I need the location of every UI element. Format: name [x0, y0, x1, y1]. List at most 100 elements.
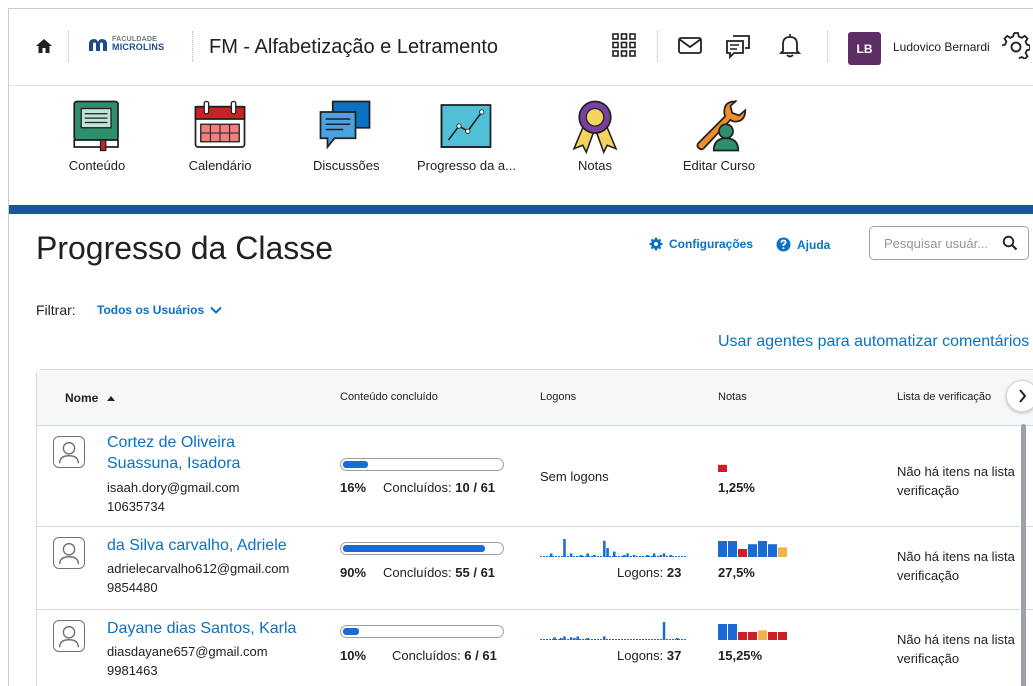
logon-bar	[569, 637, 573, 640]
divider	[657, 31, 658, 61]
user-profile-icon[interactable]	[53, 537, 85, 569]
logon-bar	[559, 638, 563, 640]
gear-icon[interactable]	[1002, 31, 1030, 59]
apps-grid-icon[interactable]	[610, 31, 638, 59]
logo-text: FACULDADE MICROLINS	[112, 36, 164, 52]
divider	[68, 31, 69, 61]
grade-bar	[758, 630, 767, 640]
nav-editar-curso[interactable]: Editar Curso	[674, 98, 764, 173]
logon-bar	[676, 638, 679, 640]
logon-bar	[652, 553, 656, 557]
logon-bar	[579, 555, 583, 557]
student-name-line: Suassuna, Isadora	[107, 455, 241, 472]
grade-bar	[748, 544, 757, 557]
nav-progresso[interactable]: Progresso da a...	[417, 98, 516, 173]
user-profile-icon[interactable]	[53, 436, 85, 468]
filter-label: Filtrar:	[36, 302, 76, 318]
chevron-down-icon	[210, 306, 222, 314]
bell-icon[interactable]	[776, 31, 804, 59]
filter-dropdown[interactable]: Todos os Usuários	[97, 303, 222, 317]
user-avatar[interactable]: LB	[848, 32, 881, 65]
grade-bar	[718, 464, 727, 472]
progress-fill	[343, 545, 485, 552]
nav-discussoes[interactable]: Discussões	[313, 98, 379, 173]
grades-chart	[718, 624, 787, 640]
nav-notas[interactable]: Notas	[563, 98, 627, 173]
student-name-link[interactable]: da Silva carvalho, Adriele	[107, 535, 289, 556]
nav-calendario[interactable]: Calendário	[188, 98, 252, 173]
logons-chart	[540, 622, 686, 640]
logon-bar	[553, 637, 556, 640]
grade-bar	[768, 632, 777, 640]
microlins-logo-icon	[89, 39, 107, 51]
chat-icon[interactable]	[724, 31, 752, 59]
progress-percent: 16%	[340, 480, 367, 495]
table-row: Cortez de Oliveira Suassuna, Isadora isa…	[37, 426, 1033, 527]
search-icon[interactable]	[1002, 235, 1018, 251]
table-row: Dayane dias Santos, Karla diasdayane657@…	[37, 610, 1033, 686]
column-header-grades: Notas	[718, 391, 747, 403]
grade-bar	[738, 632, 747, 640]
logon-bar	[563, 636, 566, 640]
user-profile-icon[interactable]	[53, 620, 85, 652]
search-input[interactable]	[882, 235, 1001, 252]
page-title: Progresso da Classe	[36, 230, 334, 266]
user-name[interactable]: Ludovico Bernardi	[893, 40, 990, 54]
column-header-checklist: Lista de verificação	[897, 391, 992, 403]
logon-bar	[632, 555, 636, 557]
completed-value: 10 / 61	[455, 480, 496, 495]
grade-bar	[778, 547, 787, 557]
logons-value: 37	[666, 648, 682, 663]
student-id: 9854480	[107, 580, 158, 595]
student-name-link[interactable]: Cortez de Oliveira Suassuna, Isadora	[107, 432, 240, 474]
help-button[interactable]: Ajuda	[776, 237, 830, 252]
scroll-right-button[interactable]	[1006, 380, 1033, 412]
mail-icon[interactable]	[676, 31, 704, 59]
student-email: isaah.dory@gmail.com	[107, 480, 240, 495]
grade-bar	[768, 544, 777, 557]
completed-label: Concluídos:	[392, 648, 461, 663]
logons-text: Sem logons	[540, 469, 609, 484]
grade-percent: 15,25%	[718, 648, 763, 663]
grade-bar	[748, 632, 757, 640]
nav-conteudo[interactable]: Conteúdo	[65, 98, 129, 173]
grades-chart	[718, 464, 727, 472]
logon-bar	[563, 539, 566, 557]
checklist-status: Não há itens na lista verificação	[897, 630, 1015, 668]
content-progress-bar	[340, 625, 504, 638]
completed-count: Concluídos: 55 / 61	[383, 565, 495, 580]
checklist-status: Não há itens na lista verificação	[897, 547, 1015, 585]
checklist-text: Não há itens na lista	[897, 632, 1015, 647]
logon-bar	[573, 638, 576, 640]
top-bar: FACULDADE MICROLINS FM - Alfabetização e…	[9, 9, 1033, 86]
settings-button[interactable]: Configurações	[649, 237, 753, 251]
completed-label: Concluídos:	[383, 480, 452, 495]
completed-value: 6 / 61	[464, 648, 497, 663]
content-progress-bar	[340, 458, 504, 471]
grade-percent: 27,5%	[718, 565, 755, 580]
student-info: da Silva carvalho, Adriele adrielecarval…	[107, 535, 289, 597]
completed-value: 55 / 61	[455, 565, 496, 580]
home-icon[interactable]	[35, 37, 53, 55]
app-frame: FACULDADE MICROLINS FM - Alfabetização e…	[8, 8, 1033, 686]
nav-label: Conteúdo	[68, 158, 126, 173]
vertical-scrollbar[interactable]	[1021, 424, 1026, 686]
grade-bar	[718, 541, 727, 557]
progress-table: Nome Conteúdo concluído Logons Notas Lis…	[36, 369, 1033, 686]
column-header-logons: Logons	[540, 391, 577, 403]
automate-feedback-link[interactable]: Usar agentes para automatizar comentário…	[718, 333, 1029, 351]
student-id: 9981463	[107, 663, 158, 678]
course-title[interactable]: FM - Alfabetização e Letramento	[209, 36, 498, 59]
logon-bar	[586, 638, 589, 640]
student-email: adrielecarvalho612@gmail.com	[107, 561, 290, 576]
discussions-icon	[319, 100, 371, 150]
logon-bar	[669, 555, 672, 557]
column-header-name[interactable]: Nome	[65, 391, 116, 405]
logons-value: 23	[666, 565, 682, 580]
logon-bar	[603, 540, 606, 557]
student-name-link[interactable]: Dayane dias Santos, Karla	[107, 618, 296, 639]
logon-bar	[626, 553, 629, 557]
column-header-content: Conteúdo concluído	[340, 391, 438, 403]
student-info: Dayane dias Santos, Karla diasdayane657@…	[107, 618, 296, 680]
institution-logo[interactable]: FACULDADE MICROLINS	[88, 36, 164, 52]
